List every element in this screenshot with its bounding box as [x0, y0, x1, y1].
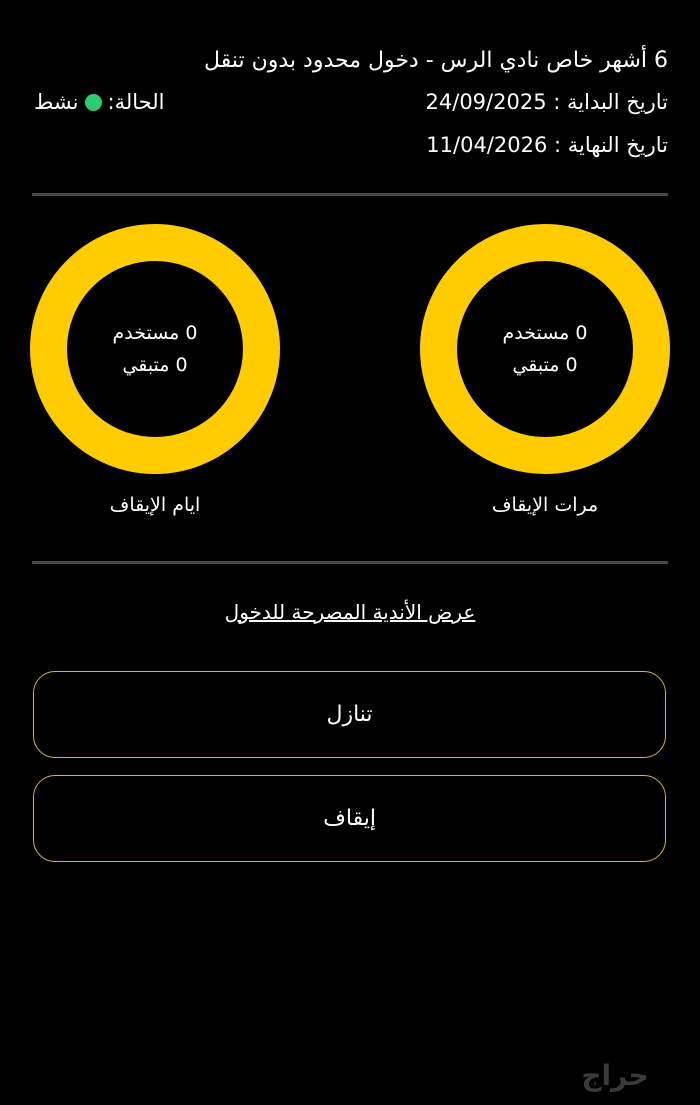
membership-header: 6 أشهر خاص نادي الرس - دخول محدود بدون ت…: [32, 40, 668, 170]
membership-title: 6 أشهر خاص نادي الرس - دخول محدود بدون ت…: [204, 48, 668, 73]
freeze-count-ring: 0 مستخدم 0 متبقي: [420, 224, 670, 474]
freeze-count-stat: 0 مستخدم 0 متبقي مرات الإيقاف: [420, 224, 670, 516]
start-date-row: تاريخ البداية : 24/09/2025: [426, 90, 668, 114]
haraj-watermark-logo: حراج: [581, 1059, 648, 1093]
status-dot-icon: [84, 93, 102, 111]
freeze-days-stat: 0 مستخدم 0 متبقي ايام الإيقاف: [30, 224, 280, 516]
transfer-button[interactable]: تنازل: [33, 671, 666, 758]
status-row: الحالة: نشط: [34, 90, 164, 114]
freeze-days-ring: 0 مستخدم 0 متبقي: [30, 224, 280, 474]
freeze-days-remaining: 0 متبقي: [122, 354, 188, 376]
end-date-label: تاريخ النهاية :: [554, 133, 668, 157]
end-date-value: 11/04/2026: [426, 133, 548, 157]
start-date-label: تاريخ البداية :: [553, 90, 668, 114]
status-value: نشط: [34, 90, 79, 114]
status-label: الحالة:: [107, 90, 165, 114]
freeze-count-used: 0 مستخدم: [502, 322, 588, 344]
freeze-count-remaining: 0 متبقي: [512, 354, 578, 376]
watermark-text: حراج: [581, 1059, 648, 1093]
freeze-button[interactable]: إيقاف: [33, 775, 666, 862]
start-date-value: 24/09/2025: [425, 90, 547, 114]
divider: [32, 193, 668, 196]
freeze-count-label: مرات الإيقاف: [491, 494, 599, 516]
divider: [32, 561, 668, 564]
freeze-days-used: 0 مستخدم: [112, 322, 198, 344]
allowed-clubs-link[interactable]: عرض الأندية المصرحة للدخول: [0, 600, 700, 624]
freeze-days-label: ايام الإيقاف: [109, 494, 201, 516]
end-date-row: تاريخ النهاية : 11/04/2026: [426, 133, 668, 157]
